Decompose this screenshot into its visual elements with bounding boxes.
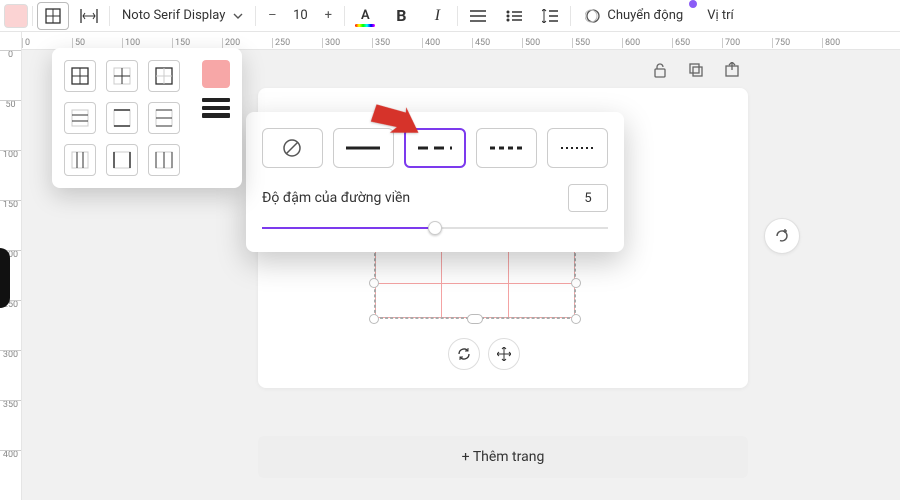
table-border-popover xyxy=(52,48,242,188)
border-horizontal[interactable] xyxy=(64,102,96,134)
line-style-dotted[interactable] xyxy=(547,128,608,168)
separator xyxy=(457,6,458,26)
resize-handle[interactable] xyxy=(369,314,379,324)
chevron-down-icon xyxy=(233,13,243,19)
collapsed-side-panel[interactable] xyxy=(0,248,10,308)
font-family-select[interactable]: Noto Serif Display xyxy=(114,2,251,30)
weight-value-input[interactable]: 5 xyxy=(568,184,608,212)
resize-handle[interactable] xyxy=(467,314,483,324)
move-button[interactable] xyxy=(488,338,520,370)
export-button[interactable] xyxy=(720,58,744,82)
separator xyxy=(255,6,256,26)
italic-button[interactable]: I xyxy=(421,2,453,30)
fill-color-swatch[interactable] xyxy=(4,4,28,28)
rainbow-underline xyxy=(355,24,375,27)
motion-icon xyxy=(585,8,601,24)
border-all[interactable] xyxy=(64,60,96,92)
resize-handle[interactable] xyxy=(571,314,581,324)
weight-label: Độ đậm của đường viền xyxy=(262,190,410,206)
duplicate-button[interactable] xyxy=(684,58,708,82)
text-color-button[interactable]: A xyxy=(349,2,381,30)
resize-handle[interactable] xyxy=(571,278,581,288)
border-left-right[interactable] xyxy=(106,144,138,176)
border-rows[interactable] xyxy=(148,102,180,134)
line-style-popover: Độ đậm của đường viền 5 xyxy=(246,112,624,252)
add-page-button[interactable]: + Thêm trang xyxy=(258,436,748,478)
border-outer[interactable] xyxy=(148,60,180,92)
canvas-actions xyxy=(648,58,744,82)
line-weight-icon[interactable] xyxy=(202,98,230,118)
motion-label: Chuyển động xyxy=(607,8,683,23)
position-label: Vị trí xyxy=(707,8,734,23)
notification-dot xyxy=(689,0,697,8)
font-size-group: – 10 + xyxy=(260,4,340,28)
selected-table[interactable] xyxy=(375,248,575,318)
font-size-decrease[interactable]: – xyxy=(260,4,284,28)
floating-quick-actions xyxy=(448,338,520,370)
line-style-short-dash[interactable] xyxy=(476,128,537,168)
border-color-swatch[interactable] xyxy=(202,60,230,88)
table-grid-button[interactable] xyxy=(37,2,69,30)
align-button[interactable] xyxy=(462,2,494,30)
separator xyxy=(344,6,345,26)
bullet-list-button[interactable] xyxy=(498,2,530,30)
font-size-value[interactable]: 10 xyxy=(286,8,314,23)
resize-handle[interactable] xyxy=(369,278,379,288)
sync-button[interactable] xyxy=(448,338,480,370)
font-name: Noto Serif Display xyxy=(122,8,225,23)
separator xyxy=(570,6,571,26)
position-button[interactable]: Vị trí xyxy=(697,2,744,30)
unlock-button[interactable] xyxy=(648,58,672,82)
bold-button[interactable]: B xyxy=(385,2,417,30)
line-spacing-button[interactable] xyxy=(534,2,566,30)
border-top-bottom[interactable] xyxy=(106,102,138,134)
line-style-none[interactable] xyxy=(262,128,323,168)
separator xyxy=(109,6,110,26)
border-cols[interactable] xyxy=(148,144,180,176)
font-size-increase[interactable]: + xyxy=(316,4,340,28)
top-toolbar: Noto Serif Display – 10 + A B I Chuyển đ… xyxy=(0,0,900,32)
border-vertical[interactable] xyxy=(64,144,96,176)
motion-button[interactable]: Chuyển động xyxy=(575,2,693,30)
border-inner[interactable] xyxy=(106,60,138,92)
separator xyxy=(32,6,33,26)
add-page-label: + Thêm trang xyxy=(462,449,545,465)
weight-slider[interactable] xyxy=(262,220,608,236)
column-width-button[interactable] xyxy=(73,2,105,30)
comment-button[interactable] xyxy=(764,218,800,254)
